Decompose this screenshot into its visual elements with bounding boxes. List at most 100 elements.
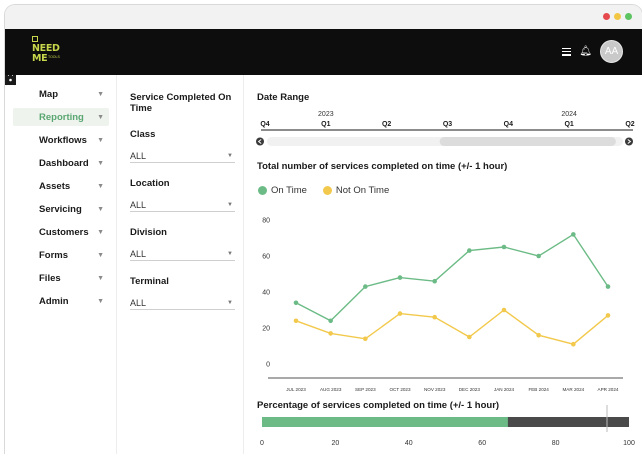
data-point[interactable] (432, 278, 437, 284)
sidebar-item-label: Reporting (39, 111, 84, 123)
class-select[interactable]: ALL ▼ (130, 149, 235, 163)
sidebar-item-label: Dashboard (39, 157, 89, 169)
avatar[interactable]: AA (600, 40, 623, 63)
map-icon (5, 75, 31, 99)
terminal-select[interactable]: ALL ▼ (130, 296, 235, 310)
data-point[interactable] (467, 334, 472, 340)
bar-chart-icon (5, 75, 31, 122)
x-tick-label: JAN 2024 (494, 387, 515, 392)
car-icon (5, 76, 31, 191)
quarter-tick-label: Q4 (260, 121, 269, 128)
x-tick-label: AUG 2023 (320, 387, 342, 392)
tools-icon (5, 75, 31, 214)
chevron-down-icon: ▼ (97, 182, 104, 190)
chevron-down-icon: ▼ (227, 299, 233, 306)
sidebar-item-dashboard[interactable]: Dashboard ▼ (5, 75, 109, 172)
sidebar-item-label: Assets (39, 180, 71, 192)
data-point[interactable] (363, 336, 368, 342)
menu-icon[interactable] (562, 47, 572, 56)
chevron-down-icon: ▼ (97, 136, 104, 144)
data-point[interactable] (293, 300, 299, 306)
sidebar-item-admin[interactable]: Admin ▼ (5, 75, 109, 310)
location-select[interactable]: ALL ▼ (130, 198, 235, 212)
slider-left-arrow-icon[interactable] (256, 137, 264, 146)
year-tick-label: 2023 (318, 111, 334, 118)
sidebar-item-label: Admin (39, 295, 69, 307)
x-tick-label: 0 (260, 440, 264, 447)
sidebar-item-servicing[interactable]: Servicing ▼ (5, 75, 109, 218)
data-point[interactable] (536, 253, 541, 259)
x-tick-label: APR 2024 (598, 387, 619, 392)
terminal-label: Terminal (130, 276, 169, 287)
maximize-window-button[interactable] (625, 13, 632, 20)
data-point[interactable] (363, 284, 368, 289)
class-label: Class (130, 129, 156, 140)
report-main: Date Range Total number of services comp… (245, 75, 642, 454)
data-point[interactable] (328, 331, 333, 336)
sidebar-item-label: Forms (39, 249, 69, 261)
x-tick-label: 20 (332, 440, 340, 447)
quarter-tick-label: Q3 (443, 121, 452, 128)
title-bar (5, 5, 642, 29)
sidebar-item-assets[interactable]: Assets ▼ (5, 76, 109, 195)
data-point[interactable] (501, 307, 507, 313)
location-label: Location (130, 178, 170, 189)
gear-icon (5, 75, 31, 306)
x-tick-label: SEP 2023 (355, 387, 376, 392)
x-tick-label: MAR 2024 (562, 387, 584, 392)
clipboard-icon (7, 75, 31, 260)
quarter-tick-label: Q4 (504, 121, 513, 128)
quarter-tick-label: Q1 (321, 121, 330, 128)
sidebar-item-label: Map (39, 88, 58, 100)
data-point[interactable] (571, 341, 576, 347)
close-window-button[interactable] (603, 13, 610, 20)
chevron-down-icon: ▼ (227, 250, 233, 257)
data-point[interactable] (467, 248, 472, 253)
x-tick-label: 80 (552, 440, 560, 447)
brand-logo[interactable]: NEED ME TOOLS (32, 36, 72, 70)
division-label: Division (130, 227, 167, 238)
data-point[interactable] (501, 244, 507, 250)
filter-panel: Service Completed On Time Class ALL ▼ Loc… (118, 75, 244, 454)
data-point[interactable] (328, 318, 333, 324)
sidebar-item-label: Servicing (39, 203, 82, 215)
y-tick-label: 0 (266, 362, 270, 369)
filter-panel-title: Service Completed On Time (130, 92, 232, 114)
y-tick-label: 60 (262, 254, 270, 261)
data-point[interactable] (605, 313, 611, 318)
chevron-down-icon: ▼ (227, 152, 233, 159)
x-tick-label: 60 (478, 440, 486, 447)
quarter-tick-label: Q2 (382, 121, 391, 128)
data-point[interactable] (605, 284, 611, 289)
chevron-down-icon: ▼ (97, 228, 104, 236)
sidebar-item-forms[interactable]: Forms ▼ (7, 75, 109, 264)
chevron-down-icon: ▼ (97, 251, 104, 259)
chevron-down-icon: ▼ (97, 90, 104, 98)
data-point[interactable] (397, 275, 403, 280)
bell-icon[interactable]: 🔔︎ (579, 46, 592, 57)
y-tick-label: 80 (262, 218, 270, 225)
series-line-on-time (295, 233, 609, 322)
workflow-icon (5, 75, 31, 145)
division-select[interactable]: ALL ▼ (130, 247, 235, 261)
slider-right-arrow-icon[interactable] (625, 137, 633, 146)
chevron-down-icon: ▼ (97, 274, 104, 282)
sidebar-item-customers[interactable]: Customers ▼ (5, 75, 109, 241)
data-point[interactable] (571, 232, 576, 237)
sidebar-item-label: Workflows (39, 134, 87, 146)
data-point[interactable] (397, 311, 403, 316)
app-window: NEED ME TOOLS 🔔︎ AA Map ▼ Reporting ▼ Workflo… (5, 5, 642, 454)
data-point[interactable] (293, 318, 299, 324)
folder-icon (5, 76, 31, 283)
sidebar-item-files[interactable]: Files ▼ (5, 76, 109, 287)
sidebar-item-map[interactable]: Map ▼ (5, 75, 109, 103)
x-tick-label: DEC 2023 (459, 387, 481, 392)
x-tick-label: 40 (405, 440, 413, 447)
data-point[interactable] (536, 332, 541, 338)
x-tick-label: NOV 2023 (424, 387, 446, 392)
chevron-down-icon: ▼ (97, 113, 104, 121)
minimize-window-button[interactable] (614, 13, 621, 20)
sidebar-item-workflows[interactable]: Workflows ▼ (5, 75, 109, 149)
sidebar-item-reporting[interactable]: Reporting ▼ (5, 75, 109, 126)
data-point[interactable] (432, 314, 437, 320)
